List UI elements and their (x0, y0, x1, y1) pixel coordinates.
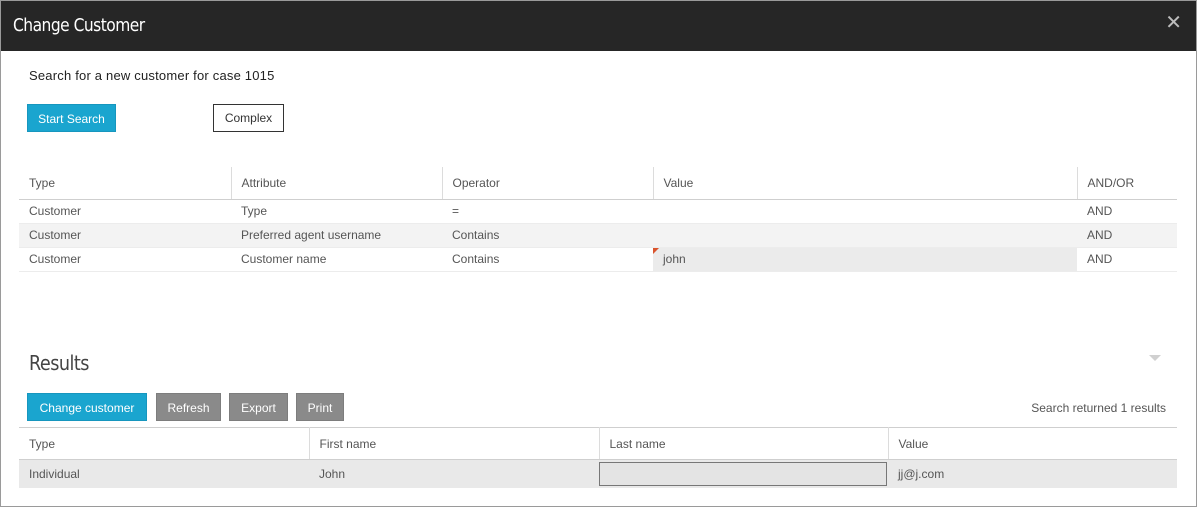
criteria-row[interactable]: Customer Type = AND (19, 199, 1177, 224)
result-first-name-cell: John (309, 459, 599, 488)
criteria-value-text: john (663, 252, 686, 266)
result-type-cell: Individual (19, 459, 309, 488)
criteria-type-cell: Customer (19, 199, 231, 224)
criteria-attribute-cell: Customer name (231, 247, 442, 272)
criteria-value-input[interactable]: john (653, 247, 1077, 272)
result-value-cell: jj@j.com (888, 459, 1177, 488)
collapse-caret-icon[interactable] (1149, 355, 1161, 361)
column-header-first-name[interactable]: First name (308, 427, 599, 460)
criteria-andor-cell[interactable]: AND (1077, 247, 1177, 272)
criteria-andor-cell[interactable]: AND (1077, 199, 1177, 224)
close-icon[interactable]: ✕ (1165, 13, 1182, 33)
export-button[interactable]: Export (229, 393, 288, 421)
criteria-value-cell[interactable] (653, 199, 1077, 224)
column-header-andor[interactable]: AND/OR (1076, 167, 1177, 200)
criteria-row[interactable]: Customer Preferred agent username Contai… (19, 223, 1177, 248)
criteria-value-cell[interactable] (653, 223, 1077, 248)
criteria-andor-cell[interactable]: AND (1077, 223, 1177, 248)
change-customer-dialog: Change Customer ✕ Search for a new custo… (0, 0, 1197, 507)
dialog-title: Change Customer (13, 15, 145, 36)
column-header-last-name[interactable]: Last name (598, 427, 888, 460)
start-search-button[interactable]: Start Search (27, 104, 116, 132)
complex-button[interactable]: Complex (213, 104, 284, 132)
search-criteria-table: Type Attribute Operator Value AND/OR Cus… (19, 167, 1177, 272)
results-table: Type First name Last name Value Individu… (19, 427, 1177, 488)
criteria-attribute-cell: Type (231, 199, 442, 224)
results-heading: Results (29, 351, 89, 375)
dialog-scrollbar[interactable] (1179, 51, 1196, 506)
criteria-header-row: Type Attribute Operator Value AND/OR (19, 167, 1177, 200)
column-header-value[interactable]: Value (652, 167, 1077, 200)
criteria-attribute-cell: Preferred agent username (231, 223, 442, 248)
print-button[interactable]: Print (296, 393, 344, 421)
criteria-type-cell: Customer (19, 247, 231, 272)
column-header-type[interactable]: Type (19, 427, 309, 460)
results-count: Search returned 1 results (1031, 401, 1166, 415)
results-header-row: Type First name Last name Value (19, 427, 1177, 460)
results-row[interactable]: Individual John jj@j.com (19, 459, 1177, 488)
column-header-value[interactable]: Value (887, 427, 1177, 460)
dialog-titlebar: Change Customer ✕ (1, 1, 1196, 51)
criteria-row[interactable]: Customer Customer name Contains john AND (19, 247, 1177, 272)
search-subtitle: Search for a new customer for case 1015 (29, 68, 275, 83)
change-customer-button[interactable]: Change customer (27, 393, 147, 421)
result-last-name-cell[interactable] (599, 459, 888, 488)
column-header-operator[interactable]: Operator (441, 167, 653, 200)
criteria-type-cell: Customer (19, 223, 231, 248)
criteria-operator-cell[interactable]: Contains (442, 223, 653, 248)
criteria-operator-cell[interactable]: Contains (442, 247, 653, 272)
last-name-selected-cell[interactable] (599, 462, 887, 486)
column-header-attribute[interactable]: Attribute (230, 167, 442, 200)
modified-marker-icon (653, 247, 659, 254)
refresh-button[interactable]: Refresh (156, 393, 221, 421)
criteria-operator-cell[interactable]: = (442, 199, 653, 224)
column-header-type[interactable]: Type (19, 167, 231, 200)
